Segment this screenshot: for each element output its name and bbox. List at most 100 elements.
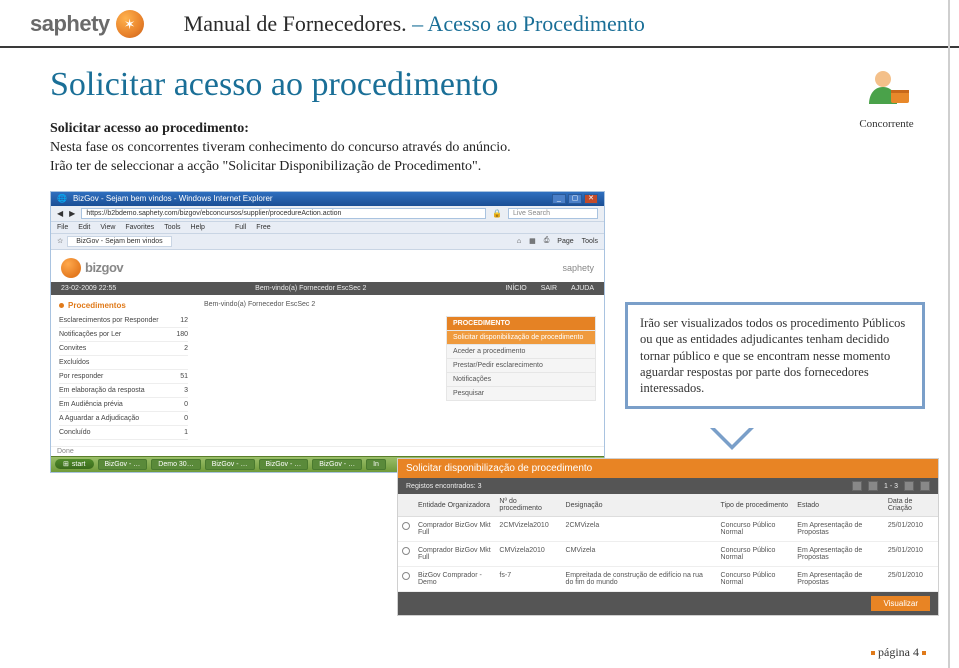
col-numero: Nº do procedimento — [495, 494, 561, 517]
bizgov-icon — [61, 258, 81, 278]
concorrente-icon — [863, 66, 911, 114]
proc-item-aceder[interactable]: Aceder a procedimento — [447, 344, 595, 358]
cell-data: 25/01/2010 — [884, 567, 938, 592]
task-item[interactable]: BizGov - … — [98, 459, 148, 470]
table-row[interactable]: BizGov Comprador - Demo fs-7 Empreitada … — [398, 567, 938, 592]
maximize-icon[interactable]: ▢ — [568, 194, 582, 204]
menu-favorites[interactable]: Favorites — [125, 224, 154, 231]
cell-data: 25/01/2010 — [884, 517, 938, 542]
home-icon[interactable]: ⌂ — [517, 238, 521, 245]
sidebar-item[interactable]: Esclarecimentos por Responder12 — [59, 314, 188, 328]
sidebar-item[interactable]: Excluídos — [59, 356, 188, 370]
lock-icon: 🔒 — [492, 209, 502, 218]
pager-last-icon[interactable] — [920, 481, 930, 491]
print-icon[interactable]: ⎙ — [544, 237, 550, 245]
sidebar-item[interactable]: Em Audiência prévia0 — [59, 398, 188, 412]
cell-num: fs-7 — [495, 567, 561, 592]
sidebar-item-label: Notificações por Ler — [59, 331, 121, 338]
sidebar-item-count: 12 — [180, 317, 188, 324]
browser-menu: File Edit View Favorites Tools Help Full… — [51, 222, 604, 234]
windows-icon: ⊞ — [63, 460, 69, 468]
feed-icon[interactable]: ▦ — [529, 237, 536, 245]
proc-item-notificacoes[interactable]: Notificações — [447, 372, 595, 386]
topbar-welcome: Bem-vindo(a) Fornecedor EscSec 2 — [255, 285, 366, 292]
menu-help[interactable]: Help — [191, 224, 205, 231]
sidebar-dot-icon — [59, 303, 64, 308]
browser-search[interactable]: Live Search — [508, 208, 598, 219]
browser-tab[interactable]: BizGov - Sejam bem vindos — [67, 236, 171, 247]
task-item[interactable]: BizGov - … — [259, 459, 309, 470]
sidebar-item[interactable]: Concluído1 — [59, 426, 188, 440]
visualizar-button[interactable]: Visualizar — [871, 596, 930, 611]
cell-org: Comprador BizGov Mkt Full — [414, 517, 495, 542]
radio-icon[interactable] — [402, 522, 410, 530]
back-icon[interactable]: ◀ — [57, 209, 63, 218]
browser-titlebar: 🌐 BizGov - Sejam bem vindos - Windows In… — [51, 192, 604, 206]
task-item[interactable]: BizGov - … — [312, 459, 362, 470]
sidebar-item[interactable]: Em elaboração da resposta 3 — [59, 384, 188, 398]
callout-box: Irão ser visualizados todos os procedime… — [625, 302, 925, 409]
statusbar: Done — [51, 446, 604, 456]
sidebar-item-label: Em elaboração da resposta — [59, 387, 145, 394]
sidebar-item-label: Convites — [59, 345, 86, 352]
task-item[interactable]: Demo 30… — [151, 459, 200, 470]
table-row[interactable]: Comprador BizGov Mkt Full CMVizela2010 C… — [398, 542, 938, 567]
menu-edit[interactable]: Edit — [78, 224, 90, 231]
address-bar[interactable]: https://b2bdemo.saphety.com/bizgov/ebcon… — [81, 208, 486, 219]
minimize-icon[interactable]: _ — [552, 194, 566, 204]
proc-item-pesquisar[interactable]: Pesquisar — [447, 386, 595, 400]
sidebar-item-label: Concluído — [59, 429, 91, 436]
radio-icon[interactable] — [402, 572, 410, 580]
pager-prev-icon[interactable] — [868, 481, 878, 491]
radio-icon[interactable] — [402, 547, 410, 555]
document-title-prefix: Manual de Fornecedores. — [184, 11, 407, 36]
menu-free[interactable]: Free — [256, 224, 270, 231]
sidebar-item-count: 0 — [184, 415, 188, 422]
task-item[interactable]: BizGov - … — [205, 459, 255, 470]
col-entidade: Entidade Organizadora — [414, 494, 495, 517]
badge-label: Concorrente — [859, 118, 913, 130]
document-title-suffix: – Acesso ao Procedimento — [407, 11, 645, 36]
records-count: Registos encontrados: 3 — [406, 483, 482, 490]
menu-file[interactable]: File — [57, 224, 68, 231]
sidebar-item[interactable]: Convites 2 — [59, 342, 188, 356]
app-topbar: 23-02-2009 22:55 Bem-vindo(a) Fornecedor… — [51, 282, 604, 295]
pager-first-icon[interactable] — [852, 481, 862, 491]
task-item[interactable]: In — [366, 459, 386, 470]
page-number: página 4 — [868, 645, 929, 660]
app-sidebar: Procedimentos Esclarecimentos por Respon… — [51, 295, 196, 446]
sidebar-item-count: 2 — [184, 345, 188, 352]
favorites-icon[interactable]: ☆ — [57, 237, 63, 245]
page-edge — [948, 0, 950, 668]
col-estado: Estado — [793, 494, 884, 517]
document-title: Manual de Fornecedores. – Acesso ao Proc… — [184, 11, 645, 37]
topbar-sair[interactable]: SAIR — [541, 285, 557, 292]
cell-tipo: Concurso Público Normal — [717, 567, 794, 592]
bullet-icon — [922, 651, 926, 655]
cell-des: Empreitada de construção de edifício na … — [562, 567, 717, 592]
cell-data: 25/01/2010 — [884, 542, 938, 567]
sidebar-item[interactable]: Notificações por Ler180 — [59, 328, 188, 342]
proc-item-solicitar[interactable]: Solicitar disponibilização de procedimen… — [447, 330, 595, 344]
pager-next-icon[interactable] — [904, 481, 914, 491]
proc-item-prestar[interactable]: Prestar/Pedir esclarecimento — [447, 358, 595, 372]
start-button[interactable]: ⊞ start — [55, 459, 94, 469]
sidebar-item[interactable]: A Aguardar a Adjudicação0 — [59, 412, 188, 426]
cell-estado: Em Apresentação de Propostas — [793, 567, 884, 592]
toolbar-page[interactable]: Page — [557, 238, 573, 245]
close-icon[interactable]: ✕ — [584, 194, 598, 204]
sidebar-item-count: 3 — [184, 387, 188, 394]
menu-full[interactable]: Full — [235, 224, 246, 231]
menu-tools[interactable]: Tools — [164, 224, 180, 231]
topbar-ajuda[interactable]: AJUDA — [571, 285, 594, 292]
cell-org: Comprador BizGov Mkt Full — [414, 542, 495, 567]
sidebar-item-label: Por responder — [59, 373, 103, 380]
toolbar-tools[interactable]: Tools — [582, 238, 598, 245]
forward-icon[interactable]: ▶ — [69, 209, 75, 218]
menu-view[interactable]: View — [100, 224, 115, 231]
cell-tipo: Concurso Público Normal — [717, 517, 794, 542]
topbar-inicio[interactable]: INÍCIO — [505, 285, 526, 292]
sidebar-item[interactable]: Por responder51 — [59, 370, 188, 384]
procedimento-header: PROCEDIMENTO — [447, 317, 595, 330]
table-row[interactable]: Comprador BizGov Mkt Full 2CMVizela2010 … — [398, 517, 938, 542]
